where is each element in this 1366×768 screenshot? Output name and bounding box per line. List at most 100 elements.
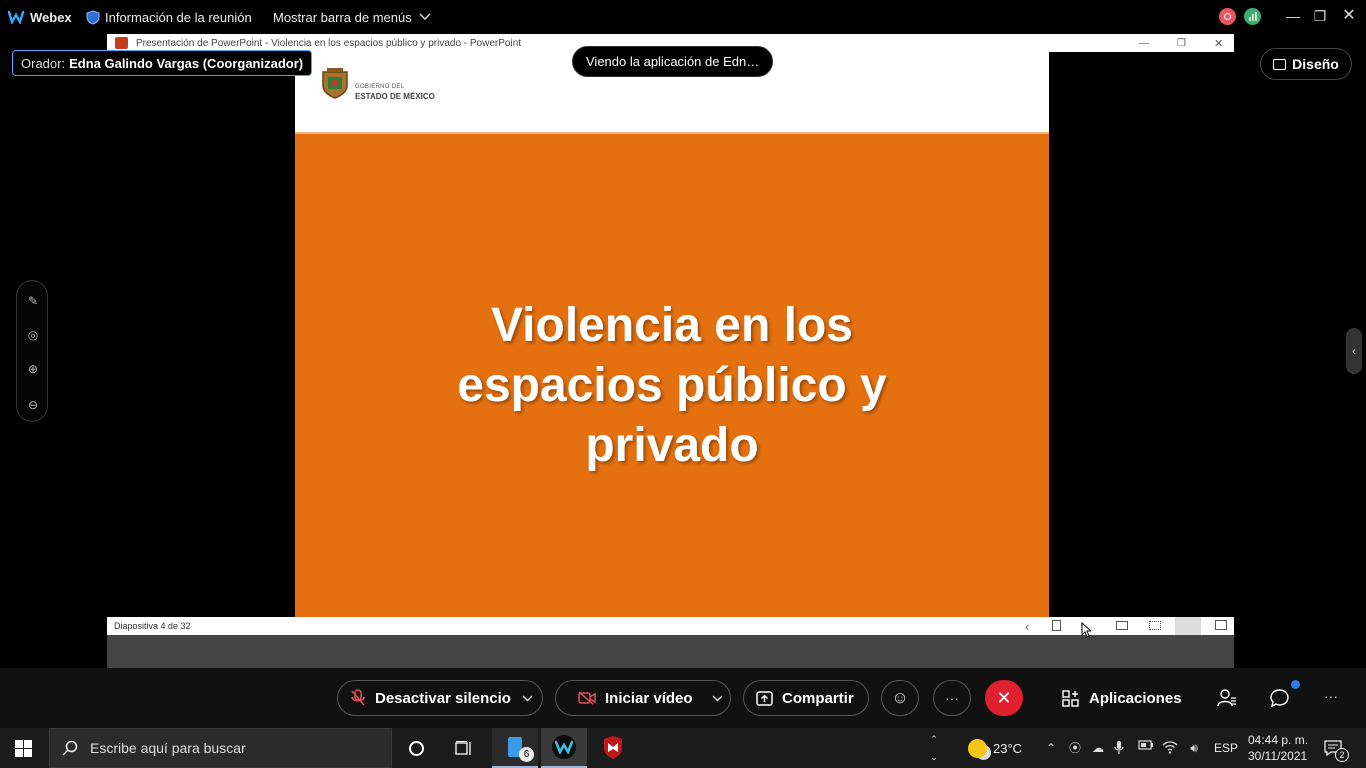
search-placeholder: Escribe aquí para buscar xyxy=(90,740,246,756)
share-icon xyxy=(756,690,773,706)
notes-view-icon[interactable] xyxy=(1052,620,1061,631)
taskbar-explorer-app[interactable]: 6 xyxy=(492,728,538,768)
reading-view-icon[interactable] xyxy=(1175,617,1201,635)
pp-restore-icon[interactable]: ❐ xyxy=(1177,38,1186,49)
cortana-icon[interactable] xyxy=(393,728,439,768)
app-name: Webex xyxy=(30,9,72,25)
task-view-icon[interactable] xyxy=(441,728,487,768)
pp-minimize-icon[interactable]: — xyxy=(1139,38,1149,49)
taskbar-mcafee-app[interactable] xyxy=(590,728,636,768)
temperature: 23°C xyxy=(993,740,1023,756)
microphone-icon[interactable] xyxy=(1114,740,1130,756)
powerpoint-status-bar: Diapositiva 4 de 32 ‹ › xyxy=(107,617,1234,635)
video-off-icon xyxy=(578,691,596,705)
apps-button[interactable]: Aplicaciones xyxy=(1062,680,1182,716)
language-indicator[interactable]: ESP xyxy=(1214,728,1238,768)
mic-muted-icon xyxy=(350,689,366,707)
close-icon[interactable]: ✕ xyxy=(1339,6,1359,26)
viewing-app-notice: Viendo la aplicación de Edn… xyxy=(572,46,774,77)
leave-meeting-button[interactable]: ✕ xyxy=(985,680,1023,716)
zoom-in-icon[interactable]: ⊕ xyxy=(23,359,43,379)
windows-start-icon[interactable] xyxy=(0,728,46,768)
layout-icon xyxy=(1273,58,1287,70)
share-label: Compartir xyxy=(782,689,854,707)
share-button[interactable]: Compartir xyxy=(743,680,869,716)
unmute-button[interactable]: Desactivar silencio xyxy=(337,680,543,716)
chat-icon[interactable] xyxy=(1270,689,1289,707)
meeting-control-bar: Desactivar silencio Iniciar vídeo Compar… xyxy=(0,668,1366,728)
logo-line-1: GOBIERNO DEL xyxy=(355,84,405,90)
record-status-icon[interactable] xyxy=(1219,8,1236,25)
notification-count: 2 xyxy=(1335,748,1349,762)
unmute-label: Desactivar silencio xyxy=(375,689,511,707)
connection-stats-icon[interactable] xyxy=(1244,8,1261,25)
restore-icon[interactable]: ❐ xyxy=(1310,6,1330,26)
webex-taskbar-icon xyxy=(552,735,576,759)
clock-time: 04:44 p. m. xyxy=(1248,733,1309,747)
webex-logo-icon xyxy=(8,10,24,24)
battery-icon[interactable] xyxy=(1138,740,1154,756)
show-hidden-taskbar-icons[interactable]: ⌃ ⌄ xyxy=(926,730,942,766)
slide: GOBIERNO DEL ESTADO DE MÉXICO Violencia … xyxy=(295,52,1049,617)
mcafee-shield-icon xyxy=(604,736,622,759)
meeting-tray-icon[interactable]: ⦿ xyxy=(1067,740,1083,756)
more-options-button[interactable]: ··· xyxy=(933,680,971,716)
emoji-icon: ☺ xyxy=(891,688,909,707)
start-video-button[interactable]: Iniciar vídeo xyxy=(555,680,731,716)
participants-icon[interactable] xyxy=(1217,689,1237,707)
speaker-prefix: Orador: xyxy=(21,55,66,71)
coat-of-arms-icon xyxy=(319,66,351,100)
pp-close-icon[interactable]: ✕ xyxy=(1214,37,1223,50)
slide-title-line-3: privado xyxy=(585,419,759,472)
previous-slide-icon[interactable]: ‹ xyxy=(1025,619,1029,634)
show-menu-bar-label: Mostrar barra de menús xyxy=(273,9,412,25)
language-label: ESP xyxy=(1214,741,1239,755)
webex-app-menu[interactable]: Webex xyxy=(8,0,72,34)
mouse-cursor-icon xyxy=(1081,622,1091,638)
volume-icon[interactable]: 🔊︎ xyxy=(1186,740,1202,756)
zoom-out-icon[interactable]: ⊖ xyxy=(23,395,43,415)
minimize-icon[interactable]: — xyxy=(1283,6,1303,26)
video-options-chevron-icon[interactable] xyxy=(712,695,723,702)
laser-pointer-icon[interactable]: ◎ xyxy=(23,325,43,345)
slide-sorter-icon[interactable] xyxy=(1149,621,1161,630)
powerpoint-icon xyxy=(115,37,128,49)
slide-title-line-1: Violencia en los xyxy=(491,299,853,352)
taskbar-search-box[interactable]: Escribe aquí para buscar xyxy=(49,728,392,768)
powerpoint-window-title: Presentación de PowerPoint - Violencia e… xyxy=(136,37,522,49)
shared-powerpoint-window: Presentación de PowerPoint - Violencia e… xyxy=(107,34,1234,668)
onedrive-cloud-icon[interactable]: ☁ xyxy=(1090,740,1106,756)
meeting-info-button[interactable]: Información de la reunión xyxy=(86,0,252,34)
annotation-toolbar: ✎ ◎ ⊕ ⊖ xyxy=(16,280,48,422)
pen-icon[interactable]: ✎ xyxy=(23,291,43,311)
layout-label: Diseño xyxy=(1292,56,1339,72)
clock-date: 30/11/2021 xyxy=(1248,749,1308,763)
partly-cloudy-icon xyxy=(968,738,987,758)
more-controls-icon[interactable]: ··· xyxy=(1324,688,1338,704)
weather-widget[interactable]: 23°C xyxy=(968,728,1022,768)
wifi-icon[interactable] xyxy=(1162,740,1178,756)
slide-counter: Diapositiva 4 de 32 xyxy=(114,621,191,631)
webex-top-bar: Webex Información de la reunión Mostrar … xyxy=(0,0,1366,34)
search-icon xyxy=(62,740,78,756)
active-speaker-label: Orador: Edna Galindo Vargas (Coorganizad… xyxy=(12,50,313,76)
slideshow-icon[interactable] xyxy=(1215,620,1227,630)
notifications-button[interactable]: 2 xyxy=(1324,728,1349,768)
slide-title: Violencia en los espacios público y priv… xyxy=(355,296,989,476)
side-panel-toggle-icon[interactable]: ‹ xyxy=(1346,328,1362,374)
taskbar-webex-app[interactable] xyxy=(541,728,587,768)
start-video-label: Iniciar vídeo xyxy=(605,689,693,707)
taskbar-clock[interactable]: 04:44 p. m. 30/11/2021 xyxy=(1248,728,1308,768)
chat-unread-dot xyxy=(1291,680,1300,689)
apps-icon xyxy=(1062,689,1079,707)
logo-line-2: ESTADO DE MÉXICO xyxy=(355,92,435,101)
apps-label: Aplicaciones xyxy=(1089,689,1182,707)
show-menu-bar-button[interactable]: Mostrar barra de menús xyxy=(273,0,431,34)
normal-view-icon[interactable] xyxy=(1116,621,1128,630)
mute-options-chevron-icon[interactable] xyxy=(522,695,533,702)
chevron-up-icon[interactable]: ⌃ xyxy=(1043,740,1059,756)
reactions-button[interactable]: ☺ xyxy=(881,680,919,716)
layout-button[interactable]: Diseño xyxy=(1260,48,1352,80)
slide-title-line-2: espacios público y xyxy=(457,359,887,412)
windows-taskbar: Escribe aquí para buscar 6 ⌃ ⌄ 23°C ⌃ ⦿ ☁… xyxy=(0,728,1366,768)
